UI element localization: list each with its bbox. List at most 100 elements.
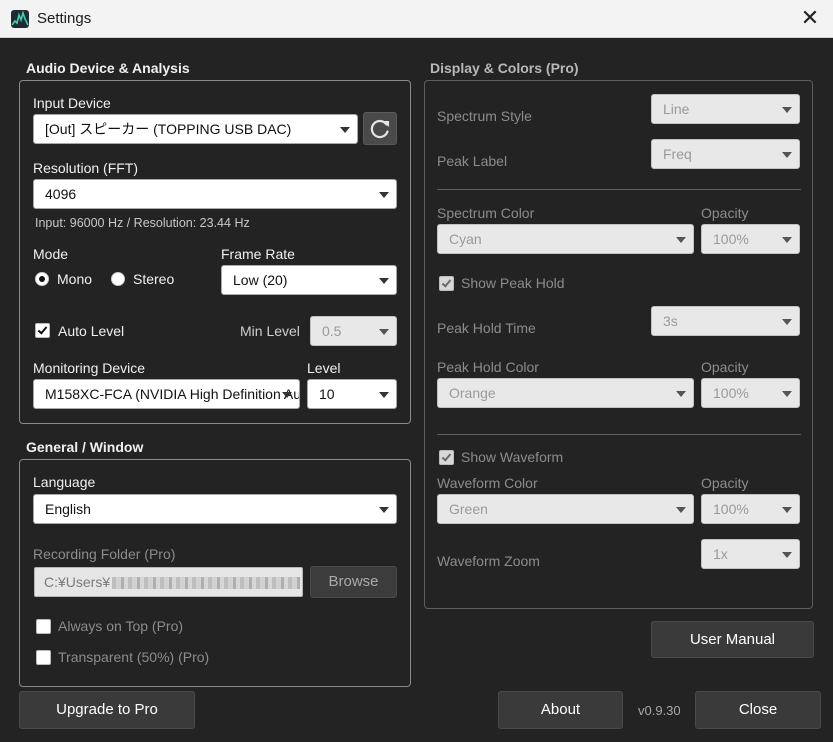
check-icon bbox=[441, 451, 452, 462]
audio-section-title: Audio Device & Analysis bbox=[26, 60, 190, 76]
version-label: v0.9.30 bbox=[638, 703, 681, 718]
divider bbox=[437, 434, 801, 435]
show-waveform-label: Show Waveform bbox=[461, 449, 564, 465]
input-device-select[interactable]: [Out] スピーカー (TOPPING USB DAC) bbox=[33, 114, 358, 144]
show-waveform-checkbox[interactable] bbox=[439, 450, 454, 465]
waveform-color-select[interactable]: Green bbox=[437, 494, 694, 524]
waveform-zoom-label: Waveform Zoom bbox=[437, 553, 540, 569]
resolution-label: Resolution (FFT) bbox=[33, 160, 139, 176]
chevron-down-icon bbox=[676, 507, 686, 513]
min-level-select[interactable]: 0.5 bbox=[310, 316, 397, 346]
peak-hold-color-value: Orange bbox=[449, 385, 496, 401]
frame-rate-select[interactable]: Low (20) bbox=[221, 265, 397, 295]
language-select[interactable]: English bbox=[33, 494, 397, 524]
input-device-label: Input Device bbox=[33, 95, 111, 111]
chevron-down-icon bbox=[782, 107, 792, 113]
window-title: Settings bbox=[37, 10, 92, 27]
level-select[interactable]: 10 bbox=[307, 379, 397, 409]
chevron-down-icon bbox=[782, 391, 792, 397]
monitoring-device-label: Monitoring Device bbox=[33, 360, 146, 376]
monitoring-device-select[interactable]: M158XC-FCA (NVIDIA High Definition Audio… bbox=[33, 379, 300, 409]
resolution-select[interactable]: 4096 bbox=[33, 179, 397, 209]
recording-folder-field[interactable]: C:¥Users¥ bbox=[34, 567, 303, 597]
chevron-down-icon bbox=[379, 507, 389, 513]
browse-button[interactable]: Browse bbox=[310, 566, 397, 598]
close-button[interactable]: Close bbox=[695, 691, 821, 729]
auto-level-label: Auto Level bbox=[58, 323, 125, 339]
chevron-down-icon bbox=[379, 192, 389, 198]
divider bbox=[437, 189, 801, 190]
transparent-label: Transparent (50%) (Pro) bbox=[58, 649, 210, 665]
peak-label-label: Peak Label bbox=[437, 153, 508, 169]
chevron-down-icon bbox=[782, 507, 792, 513]
check-icon bbox=[37, 324, 48, 335]
min-level-label: Min Level bbox=[240, 323, 300, 339]
input-device-value: [Out] スピーカー (TOPPING USB DAC) bbox=[45, 121, 292, 137]
spectrum-style-select[interactable]: Line bbox=[651, 94, 800, 124]
peak-hold-opacity-label: Opacity bbox=[701, 359, 749, 375]
show-peak-hold-label: Show Peak Hold bbox=[461, 275, 565, 291]
redacted-path bbox=[112, 577, 301, 590]
peak-hold-color-select[interactable]: Orange bbox=[437, 378, 694, 408]
peak-hold-time-select[interactable]: 3s bbox=[651, 306, 800, 336]
frame-rate-value: Low (20) bbox=[233, 272, 288, 288]
always-on-top-checkbox[interactable] bbox=[36, 619, 51, 634]
peak-hold-opacity-select[interactable]: 100% bbox=[701, 378, 800, 408]
always-on-top-label: Always on Top (Pro) bbox=[58, 618, 184, 634]
spectrum-color-select[interactable]: Cyan bbox=[437, 224, 694, 254]
about-button[interactable]: About bbox=[498, 691, 623, 729]
spectrum-color-label: Spectrum Color bbox=[437, 205, 535, 221]
spectrum-style-label: Spectrum Style bbox=[437, 108, 532, 124]
chevron-down-icon bbox=[676, 237, 686, 243]
spectrum-app-icon bbox=[11, 10, 29, 28]
level-label: Level bbox=[307, 360, 341, 376]
chevron-down-icon bbox=[340, 127, 350, 133]
mode-mono-radio[interactable] bbox=[35, 272, 49, 286]
peak-label-select[interactable]: Freq bbox=[651, 139, 800, 169]
input-info-text: Input: 96000 Hz / Resolution: 23.44 Hz bbox=[35, 216, 250, 230]
peak-hold-time-label: Peak Hold Time bbox=[437, 320, 536, 336]
chevron-down-icon bbox=[782, 552, 792, 558]
resolution-value: 4096 bbox=[45, 186, 77, 202]
monitoring-device-value: M158XC-FCA (NVIDIA High Definition Audio… bbox=[45, 386, 299, 402]
spectrum-opacity-label: Opacity bbox=[701, 205, 749, 221]
chevron-down-icon bbox=[282, 392, 292, 398]
peak-hold-time-value: 3s bbox=[663, 313, 678, 329]
waveform-zoom-select[interactable]: 1x bbox=[701, 539, 800, 569]
peak-hold-color-label: Peak Hold Color bbox=[437, 359, 539, 375]
mode-stereo-label: Stereo bbox=[133, 271, 175, 287]
chevron-down-icon bbox=[782, 152, 792, 158]
peak-label-value: Freq bbox=[663, 146, 692, 162]
chevron-down-icon bbox=[379, 329, 389, 335]
recording-folder-label: Recording Folder (Pro) bbox=[33, 546, 176, 562]
chevron-down-icon bbox=[676, 391, 686, 397]
transparent-checkbox[interactable] bbox=[36, 650, 51, 665]
upgrade-to-pro-button[interactable]: Upgrade to Pro bbox=[19, 691, 195, 729]
language-value: English bbox=[45, 501, 91, 517]
chevron-down-icon bbox=[379, 392, 389, 398]
refresh-icon bbox=[370, 119, 389, 139]
refresh-button[interactable] bbox=[363, 112, 397, 145]
frame-rate-label: Frame Rate bbox=[221, 246, 295, 262]
chevron-down-icon bbox=[782, 319, 792, 325]
mode-label: Mode bbox=[33, 246, 69, 262]
show-peak-hold-checkbox[interactable] bbox=[439, 276, 454, 291]
spectrum-opacity-select[interactable]: 100% bbox=[701, 224, 800, 254]
waveform-opacity-select[interactable]: 100% bbox=[701, 494, 800, 524]
spectrum-style-value: Line bbox=[663, 101, 690, 117]
waveform-color-value: Green bbox=[449, 501, 488, 517]
title-bar: Settings ✕ bbox=[0, 0, 833, 38]
check-icon bbox=[441, 277, 452, 288]
chevron-down-icon bbox=[379, 278, 389, 284]
language-label: Language bbox=[33, 474, 96, 490]
general-section-title: General / Window bbox=[26, 439, 144, 455]
display-section-title: Display & Colors (Pro) bbox=[430, 60, 579, 76]
mode-stereo-radio[interactable] bbox=[111, 272, 125, 286]
mode-mono-label: Mono bbox=[57, 271, 93, 287]
close-icon[interactable]: ✕ bbox=[795, 4, 825, 34]
user-manual-button[interactable]: User Manual bbox=[651, 621, 814, 658]
waveform-opacity-label: Opacity bbox=[701, 475, 749, 491]
spectrum-color-value: Cyan bbox=[449, 231, 482, 247]
settings-body: Audio Device & Analysis Input Device [Ou… bbox=[0, 39, 833, 742]
auto-level-checkbox[interactable] bbox=[35, 323, 50, 338]
